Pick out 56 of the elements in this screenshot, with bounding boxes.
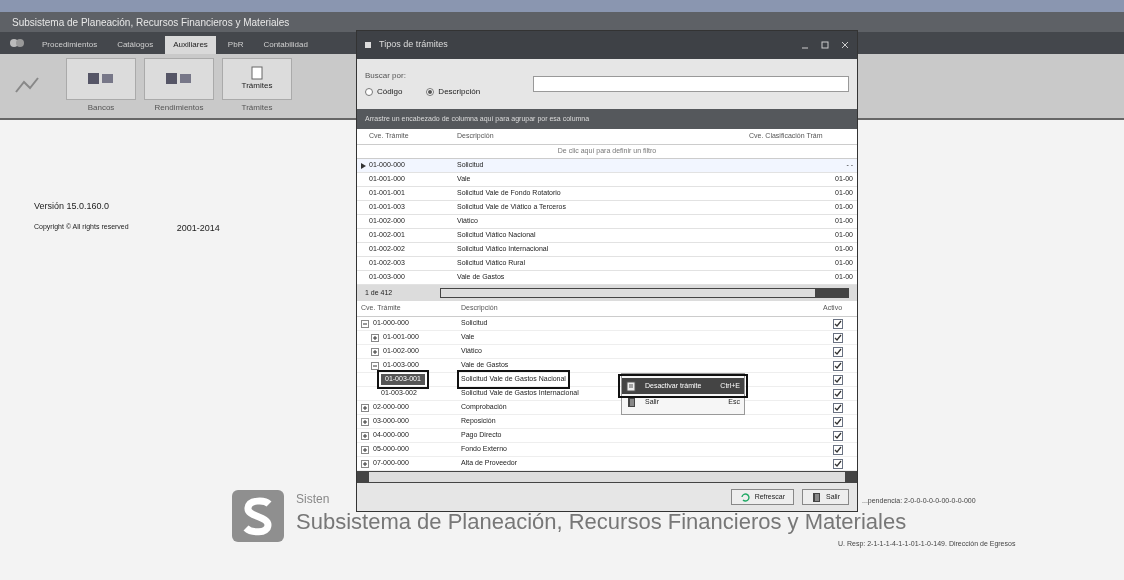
search-field[interactable] [533,76,849,92]
collapse-icon[interactable] [361,319,369,328]
refresh-icon [739,491,751,503]
radio-button[interactable] [365,88,373,96]
close-icon[interactable] [841,41,849,49]
ribbon-tab[interactable]: Catálogos [109,36,162,54]
expand-icon[interactable] [361,403,369,412]
system-name: Subsistema de Planeación, Recursos Financieros y Materiales [296,508,907,536]
search-label: Buscar por: [365,70,407,82]
maximize-icon[interactable] [821,41,829,49]
checkbox[interactable] [833,388,843,399]
checkbox[interactable] [833,458,843,469]
row-pointer-icon [360,162,366,169]
checkbox[interactable] [833,374,843,385]
ribbon-tab[interactable]: Contabilidad [255,36,316,54]
expand-icon[interactable] [361,459,369,468]
checkbox[interactable] [833,318,843,329]
checkbox[interactable] [833,332,843,343]
collapse-icon[interactable] [371,361,379,370]
toolbar-icon[interactable] [87,72,115,86]
checkbox[interactable] [833,360,843,371]
clipboard-icon [250,66,264,80]
checkbox[interactable] [833,444,843,455]
radio-option[interactable]: Descripción [426,86,481,98]
expand-icon[interactable] [361,431,369,440]
expand-icon[interactable] [361,417,369,426]
door-icon [626,396,637,408]
ribbon-tab[interactable]: Auxiliares [165,36,216,54]
app-subtitle: Subsistema de Planeación, Recursos Financieros y Materiales [12,15,290,30]
app-menu-icon[interactable] [8,36,26,50]
document-icon [626,380,637,392]
checkbox[interactable] [833,430,843,441]
checkbox[interactable] [833,346,843,357]
ribbon-group-label: Rendimientos [154,102,204,114]
expand-icon[interactable] [361,445,369,454]
ribbon-button[interactable]: Trámites [241,66,273,92]
expand-icon[interactable] [371,347,379,356]
door-icon [811,491,822,503]
radio-option[interactable]: Código [365,86,403,98]
ribbon-tab[interactable]: Procedimientos [34,36,106,54]
ribbon-group-label: Trámites [241,102,273,114]
radio-button[interactable] [426,88,435,96]
copyright-years: 2001-2014 [176,221,220,235]
version-text: Versión 15.0.160.0 [34,200,111,213]
expand-icon[interactable] [371,333,379,342]
checkbox[interactable] [833,402,843,413]
window-icon [365,42,371,48]
dialog-title: Tipos de trámites [379,38,448,52]
checkbox[interactable] [833,416,843,427]
system-caption: Sisten [296,491,330,508]
logo-icon [232,490,284,542]
ribbon-tab[interactable]: PbR [219,36,252,54]
toolbar-icon[interactable] [165,72,193,86]
horizontal-scrollbar[interactable] [440,288,849,298]
horizontal-scrollbar[interactable] [357,471,857,483]
ribbon-group-label: Bancos [87,102,115,114]
